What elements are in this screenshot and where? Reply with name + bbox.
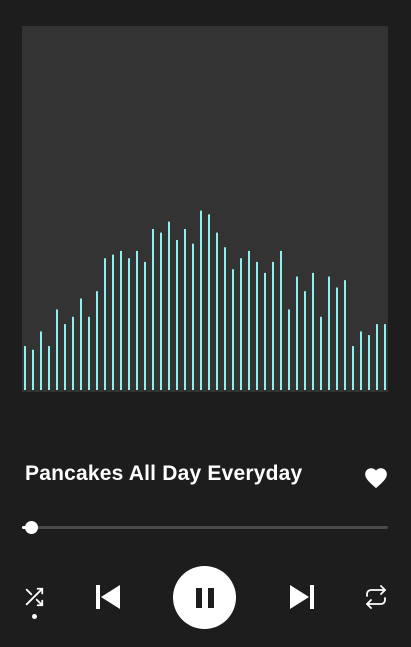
playback-progress-slider[interactable] [22,518,388,536]
album-artwork [22,26,388,392]
skip-next-icon [290,585,314,609]
next-track-button[interactable] [286,582,316,612]
heart-icon [365,468,387,489]
waveform-visualization [24,210,386,390]
like-button[interactable] [363,465,389,491]
pause-icon [195,587,214,608]
repeat-icon [366,585,386,609]
pause-button[interactable] [173,566,236,629]
repeat-button[interactable] [363,585,389,609]
shuffle-button[interactable] [23,586,45,608]
previous-track-button[interactable] [94,582,124,612]
progress-thumb[interactable] [25,521,39,534]
skip-previous-icon [96,585,120,609]
track-title: Pancakes All Day Everyday [25,462,303,485]
progress-track [22,526,388,529]
shuffle-active-indicator [32,614,37,619]
shuffle-icon [25,587,44,607]
